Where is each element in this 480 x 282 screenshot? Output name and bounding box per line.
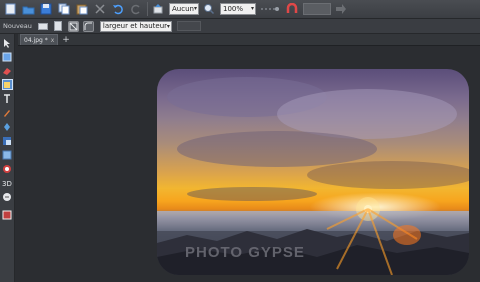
svg-text:3D: 3D	[2, 180, 12, 188]
photo-image: PHOTO GYPSE	[157, 69, 469, 275]
save-icon[interactable]	[39, 2, 53, 16]
fill-tool-icon[interactable]	[2, 121, 13, 132]
width-field[interactable]	[176, 21, 201, 31]
landscape-icon[interactable]	[38, 21, 49, 32]
close-icon[interactable]: x	[51, 37, 55, 44]
arrow-right-icon[interactable]	[334, 2, 348, 16]
paste-icon[interactable]	[75, 2, 89, 16]
text-tool-icon[interactable]	[2, 93, 13, 104]
brush-tool-icon[interactable]	[2, 107, 13, 118]
effects-tool-icon[interactable]	[2, 209, 13, 220]
watermark-text: PHOTO GYPSE	[185, 244, 305, 261]
zoom-icon[interactable]	[202, 2, 216, 16]
chevron-down-icon: ▾	[166, 22, 170, 30]
crop-icon[interactable]	[67, 20, 79, 32]
zoom-dropdown-value: 100%	[223, 5, 244, 13]
cut-icon[interactable]	[93, 2, 107, 16]
color-tool-icon[interactable]	[2, 163, 13, 174]
pointer-tool-icon[interactable]	[2, 37, 13, 48]
tab-document[interactable]: 04.jpg * x	[20, 34, 59, 45]
magnet-icon[interactable]	[285, 2, 299, 16]
redo-icon[interactable]	[129, 2, 143, 16]
selection-dropdown-value: Aucun	[172, 5, 194, 13]
shape-tool-icon[interactable]	[2, 191, 13, 202]
new-label: Nouveau	[3, 22, 32, 30]
selection-dropdown[interactable]: Aucun ▾	[169, 3, 199, 15]
gradient-tool-icon[interactable]	[2, 135, 13, 146]
photo-editor-window: Aucun ▾ 100% ▾ Nouveau largeur et hauteu…	[0, 0, 480, 282]
main-toolbar: Aucun ▾ 100% ▾	[0, 0, 480, 19]
document-tabs: 04.jpg * x +	[18, 34, 480, 46]
layer-tool-icon[interactable]	[2, 149, 13, 160]
canvas-area[interactable]: PHOTO GYPSE	[16, 47, 480, 282]
3d-tool-icon[interactable]: 3D	[2, 177, 13, 188]
mode-dropdown-value: largeur et hauteur	[102, 22, 168, 30]
rounded-corner-icon[interactable]	[82, 20, 94, 32]
add-tab-icon[interactable]: +	[62, 35, 70, 45]
tool-panel: 3D	[0, 34, 15, 282]
copy-icon[interactable]	[57, 2, 71, 16]
context-toolbar: Nouveau largeur et hauteur ▾	[0, 19, 480, 34]
eraser-tool-icon[interactable]	[2, 65, 13, 76]
undo-icon[interactable]	[111, 2, 125, 16]
crop-tool-icon[interactable]	[1, 79, 13, 90]
new-file-icon[interactable]	[3, 2, 17, 16]
tab-label: 04.jpg *	[24, 36, 48, 44]
size-input[interactable]	[303, 3, 331, 15]
selection-tool-icon[interactable]	[151, 2, 165, 16]
portrait-icon[interactable]	[53, 21, 64, 32]
transform-tool-icon[interactable]	[2, 51, 13, 62]
toolbar-separator	[147, 2, 148, 16]
chevron-down-icon: ▾	[193, 5, 197, 12]
zoom-dropdown[interactable]: 100% ▾	[220, 3, 256, 15]
open-folder-icon[interactable]	[21, 2, 35, 16]
chevron-down-icon: ▾	[250, 5, 254, 12]
view-mode-icon[interactable]	[259, 2, 281, 16]
mode-dropdown[interactable]: largeur et hauteur ▾	[99, 20, 172, 32]
